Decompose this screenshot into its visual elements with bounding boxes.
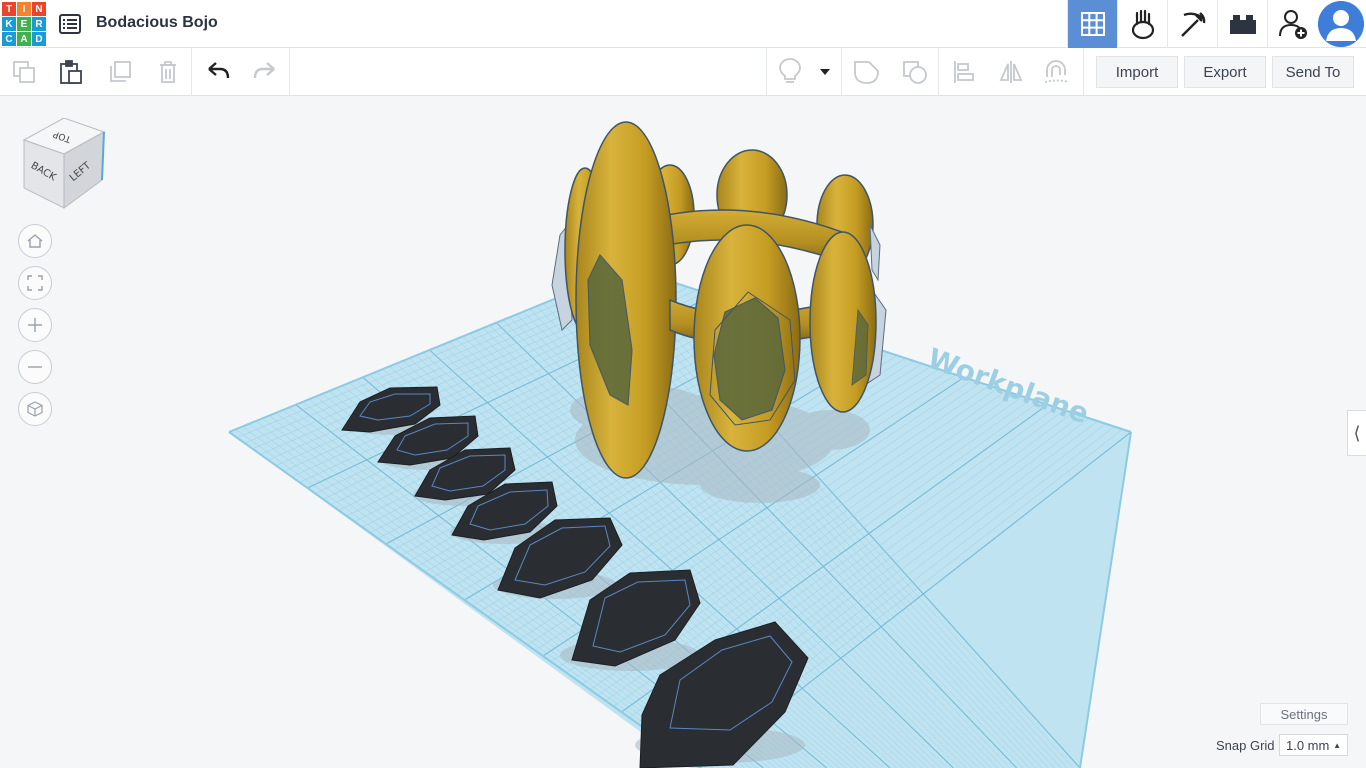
- copy-icon: [13, 61, 35, 83]
- lego-view-button[interactable]: [1217, 0, 1267, 48]
- logo-letter: C: [2, 32, 16, 46]
- pickaxe-icon: [1180, 12, 1205, 37]
- ungroup-icon: [903, 61, 927, 84]
- paste-icon: [60, 60, 82, 84]
- export-button[interactable]: Export: [1184, 56, 1266, 88]
- magnet-icon: [1044, 60, 1070, 83]
- duplicate-icon: [110, 61, 131, 82]
- 3d-design-view-button[interactable]: [1067, 0, 1117, 48]
- notes-dropdown-button[interactable]: [813, 58, 837, 86]
- brick-icon: [1229, 15, 1256, 34]
- trash-icon: [160, 61, 176, 83]
- zoom-out-button[interactable]: [18, 350, 52, 384]
- 3d-viewport[interactable]: Workplane: [0, 97, 1366, 768]
- duplicate-button[interactable]: [106, 58, 134, 86]
- group-button[interactable]: [852, 58, 880, 86]
- shapes-panel-toggle[interactable]: ⟨: [1347, 410, 1366, 456]
- logo-letter: R: [32, 17, 46, 31]
- fit-view-button[interactable]: [18, 266, 52, 300]
- redo-icon: [253, 62, 275, 79]
- design-list-icon[interactable]: [58, 12, 82, 36]
- logo-letter: K: [2, 17, 16, 31]
- edit-toolbar: Import Export Send To: [0, 48, 1366, 96]
- logo-letter: A: [17, 32, 31, 46]
- settings-button[interactable]: Settings: [1260, 703, 1348, 725]
- group-icon: [854, 61, 879, 84]
- caret-down-icon: [820, 69, 830, 75]
- fit-view-icon: [27, 275, 43, 291]
- grid-icon: [1080, 12, 1105, 36]
- plus-icon: [28, 318, 42, 332]
- app-header: TIN KER CAD Bodacious Bojo: [0, 0, 1366, 48]
- snap-grid-label: Snap Grid: [1216, 738, 1275, 753]
- logo-letter: N: [32, 2, 46, 16]
- undo-button[interactable]: [204, 58, 232, 86]
- notes-button[interactable]: [776, 58, 804, 86]
- cube-icon: [27, 401, 43, 417]
- import-button[interactable]: Import: [1096, 56, 1178, 88]
- mirror-button[interactable]: [997, 58, 1025, 86]
- logo-letter: E: [17, 17, 31, 31]
- minus-icon: [28, 366, 42, 368]
- codeblocks-icon: [1131, 9, 1154, 40]
- chevron-left-icon: ⟨: [1353, 422, 1361, 444]
- logo-letter: D: [32, 32, 46, 46]
- invite-user-button[interactable]: [1267, 0, 1317, 48]
- logo-letter: T: [2, 2, 16, 16]
- delete-button[interactable]: [154, 58, 182, 86]
- document-title[interactable]: Bodacious Bojo: [96, 14, 218, 32]
- caret-up-icon: ▲: [1333, 741, 1341, 750]
- zoom-in-button[interactable]: [18, 308, 52, 342]
- logo-letter: I: [17, 2, 31, 16]
- undo-icon: [208, 62, 230, 79]
- add-user-icon: [1278, 10, 1307, 39]
- cruise-button[interactable]: [1043, 58, 1071, 86]
- lightbulb-icon: [779, 58, 801, 83]
- 3d-workspace[interactable]: Workplane TOP BACK LEFT: [0, 97, 1366, 768]
- mirror-icon: [999, 61, 1023, 83]
- send-to-button[interactable]: Send To: [1272, 56, 1354, 88]
- home-view-button[interactable]: [18, 224, 52, 258]
- tinkercad-logo[interactable]: TIN KER CAD: [2, 2, 46, 46]
- snap-grid-value: 1.0 mm: [1286, 737, 1330, 753]
- redo-button[interactable]: [251, 58, 279, 86]
- perspective-button[interactable]: [18, 392, 52, 426]
- ungroup-button[interactable]: [901, 58, 929, 86]
- blocks-view-button[interactable]: [1117, 0, 1167, 48]
- align-button[interactable]: [950, 58, 978, 86]
- align-icon: [954, 61, 974, 83]
- paste-button[interactable]: [57, 58, 85, 86]
- copy-button[interactable]: [10, 58, 38, 86]
- view-cube[interactable]: TOP BACK LEFT: [20, 117, 108, 210]
- snap-grid-select[interactable]: 1.0 mm ▲: [1279, 734, 1348, 756]
- user-avatar-icon[interactable]: [1318, 1, 1364, 47]
- home-icon: [27, 234, 43, 248]
- minecraft-view-button[interactable]: [1167, 0, 1217, 48]
